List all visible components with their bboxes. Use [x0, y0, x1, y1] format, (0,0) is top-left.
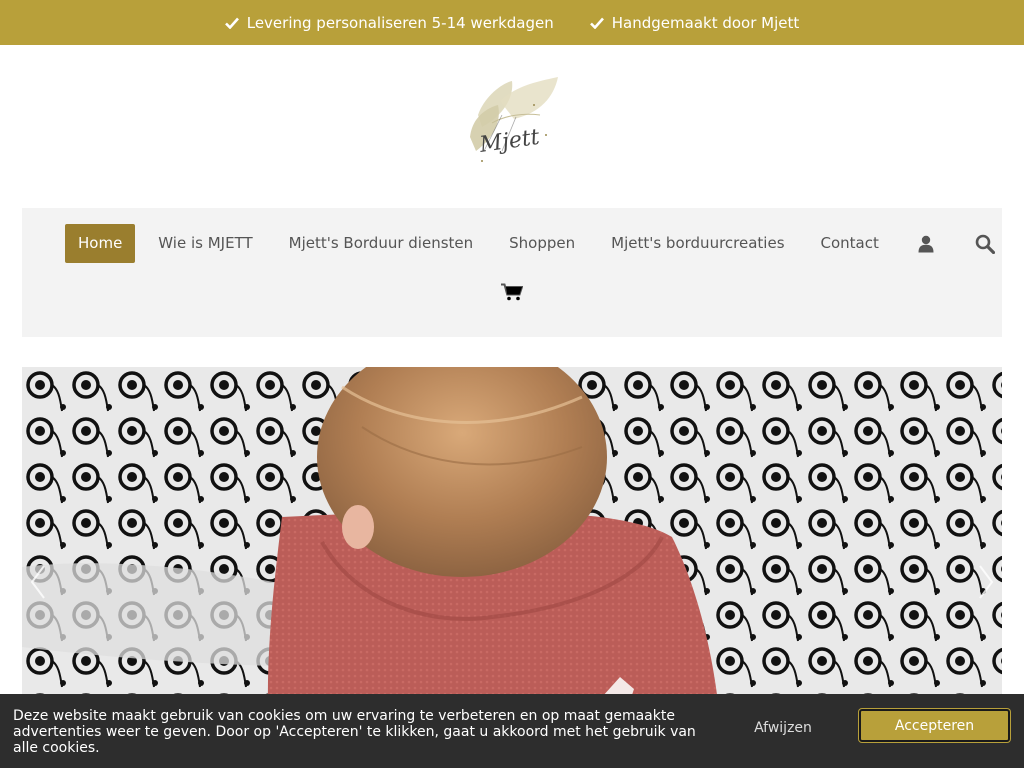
cart-icon — [501, 283, 523, 301]
main-nav: Home Wie is MJETT Mjett's Borduur dienst… — [22, 208, 1002, 337]
usp-item: Handgemaakt door Mjett — [589, 13, 800, 32]
reject-button[interactable]: Afwijzen — [738, 720, 828, 736]
slider-prev-icon[interactable] — [28, 562, 48, 602]
usp-text: Levering personaliseren 5-14 werkdagen — [246, 13, 554, 32]
nav-item-borduurcreaties[interactable]: Mjett's borduurcreaties — [593, 224, 802, 263]
slider-next-icon[interactable] — [976, 562, 996, 602]
cookie-banner: Deze website maakt gebruik van cookies o… — [0, 694, 1024, 768]
usp-text: Handgemaakt door Mjett — [611, 13, 800, 32]
account-button[interactable] — [897, 224, 956, 263]
nav-item-borduur-diensten[interactable]: Mjett's Borduur diensten — [271, 224, 492, 263]
logo[interactable]: Mjett — [462, 75, 562, 179]
cart-button[interactable] — [482, 274, 542, 310]
usp-bar: Levering personaliseren 5-14 werkdagen H… — [0, 0, 1024, 45]
check-icon — [589, 17, 604, 29]
nav-item-contact[interactable]: Contact — [803, 224, 897, 263]
usp-item: Levering personaliseren 5-14 werkdagen — [224, 13, 554, 32]
accept-button[interactable]: Accepteren — [859, 709, 1010, 742]
check-icon — [224, 17, 239, 29]
user-icon — [918, 235, 934, 252]
nav-item-home[interactable]: Home — [65, 224, 136, 263]
nav-item-shoppen[interactable]: Shoppen — [491, 224, 593, 263]
nav-item-wie-is-mjett[interactable]: Wie is MJETT — [140, 224, 270, 263]
nav-row: Home Wie is MJETT Mjett's Borduur dienst… — [65, 224, 1015, 263]
cookie-message: Deze website maakt gebruik van cookies o… — [13, 708, 696, 756]
search-icon — [976, 234, 996, 254]
header: Mjett — [0, 45, 1024, 208]
search-button[interactable] — [956, 224, 1015, 263]
